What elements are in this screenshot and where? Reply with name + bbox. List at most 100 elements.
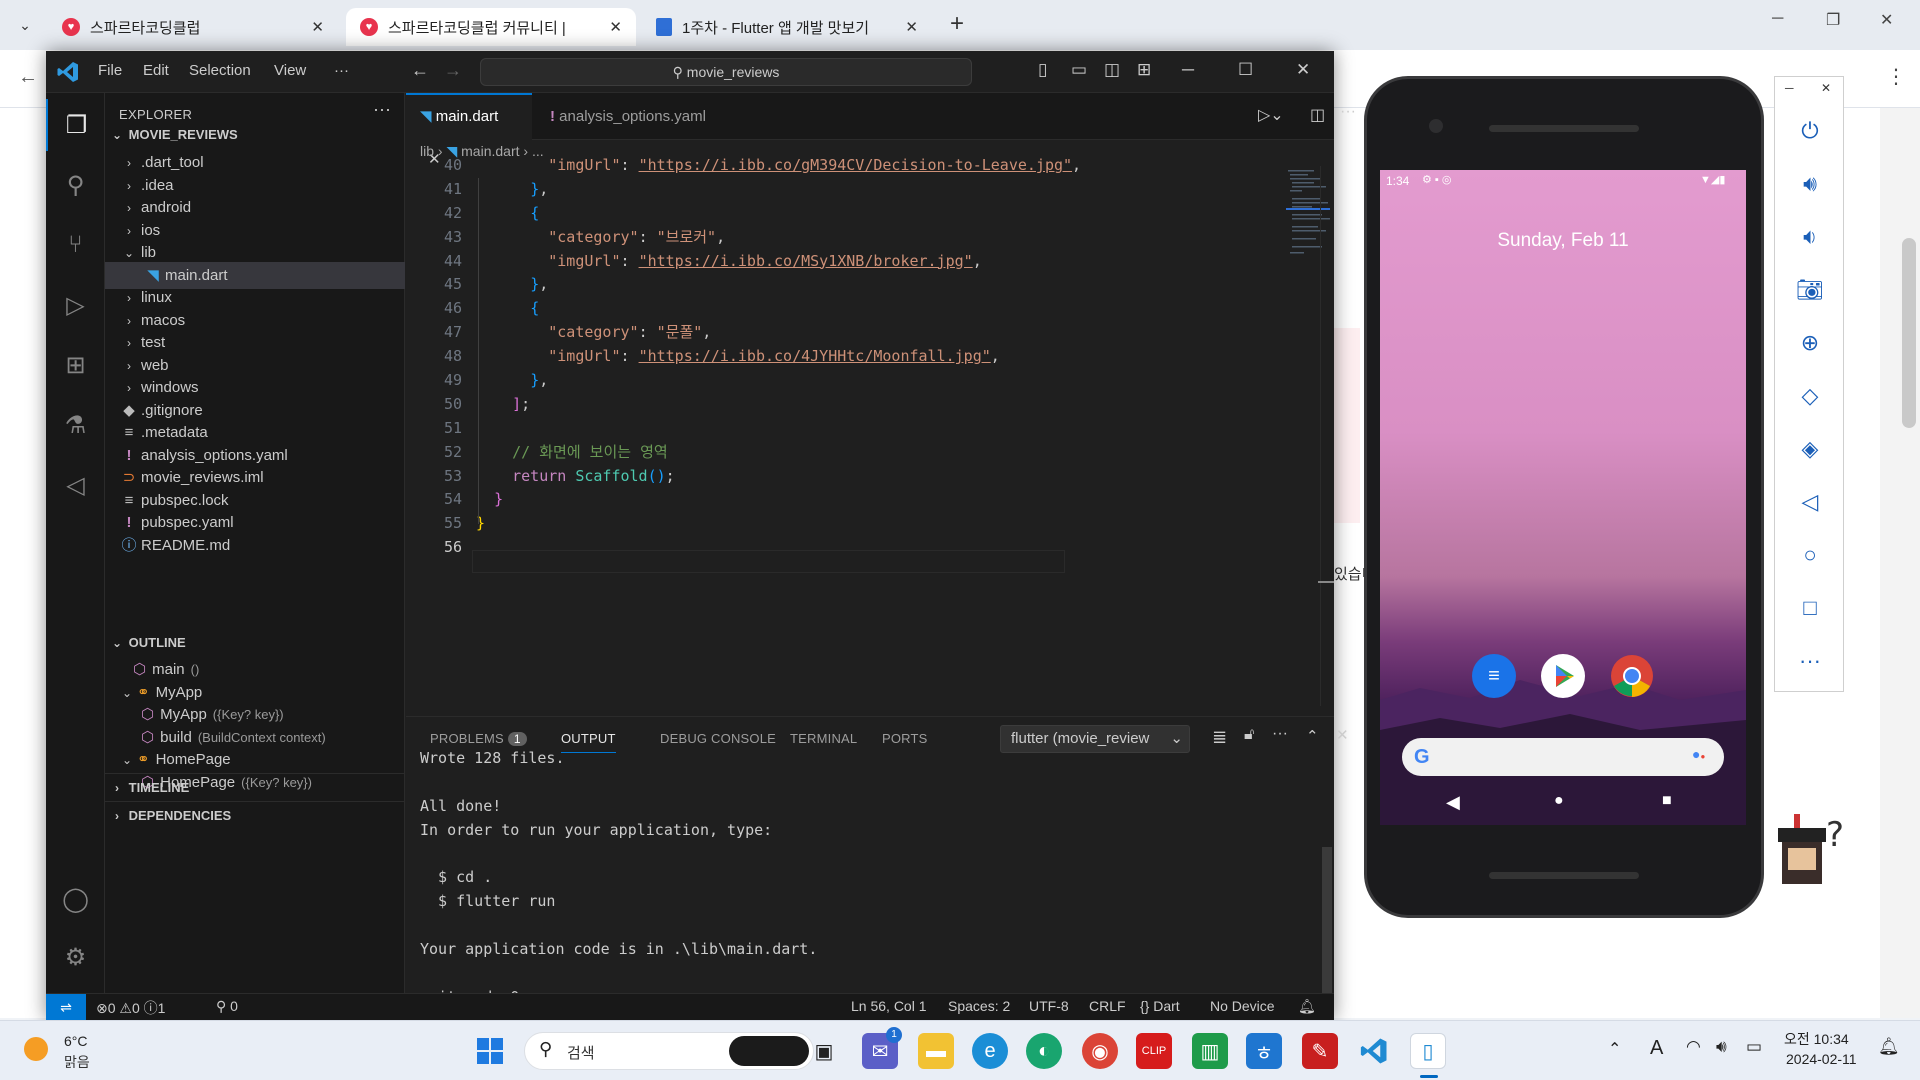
toggle-panel-icon[interactable]: ▭ xyxy=(1071,60,1087,80)
run-debug-icon[interactable]: ▷⌄ xyxy=(1258,105,1284,125)
assistant-icon[interactable]: ●● xyxy=(1692,746,1705,762)
close-icon[interactable]: ✕ xyxy=(1821,81,1831,95)
nav-recents-icon[interactable]: ■ xyxy=(1662,792,1672,810)
code-line[interactable]: 47 "category": "문폴", xyxy=(406,321,1334,345)
close-panel-icon[interactable]: ✕ xyxy=(1336,726,1349,744)
code-line[interactable]: 52 // 화면에 보이는 영역 xyxy=(406,441,1334,465)
maximize-panel-icon[interactable]: ⌃ xyxy=(1306,727,1319,745)
forward-arrow-icon[interactable]: → xyxy=(444,60,462,81)
line-ending[interactable]: CRLF xyxy=(1089,998,1126,1014)
file-explorer-icon[interactable]: ▬ xyxy=(918,1033,954,1069)
power-icon[interactable]: ⏻ xyxy=(1775,105,1845,157)
project-section-header[interactable]: ⌄ MOVIE_REVIEWS xyxy=(105,121,405,149)
browser-tab-3[interactable]: 1주차 - Flutter 앱 개발 맛보기 ✕ xyxy=(642,8,932,46)
edge-icon[interactable]: e xyxy=(972,1033,1008,1069)
code-line[interactable]: 42 { xyxy=(406,202,1334,226)
more-icon[interactable]: ⋮ xyxy=(1886,64,1906,89)
testing-icon[interactable]: ⚗ xyxy=(46,399,105,451)
code-line[interactable]: 41 }, xyxy=(406,178,1334,202)
scroll-thumb[interactable] xyxy=(1902,238,1916,428)
chrome-icon[interactable] xyxy=(1610,654,1654,698)
cursor-position[interactable]: Ln 56, Col 1 xyxy=(851,998,927,1014)
close-icon[interactable]: ✕ xyxy=(1880,10,1893,30)
ports-status[interactable]: ⚲ 0 xyxy=(216,998,238,1015)
menu-view[interactable]: View xyxy=(274,62,306,79)
overview-icon[interactable]: □ xyxy=(1775,582,1845,634)
camera-icon[interactable]: 📷︎ xyxy=(1775,264,1845,316)
tab-list-button[interactable]: ⌄ xyxy=(12,12,38,38)
tab-main-dart[interactable]: ◥ main.dart ✕ xyxy=(406,93,532,168)
code-editor[interactable]: 40 "imgUrl": "https://i.ibb.co/gM394CV/D… xyxy=(406,154,1334,694)
taskbar-search[interactable]: ⚲ 검색 xyxy=(524,1032,814,1070)
messages-app-icon[interactable]: ≡ xyxy=(1472,654,1516,698)
maximize-icon[interactable]: ❐ xyxy=(1826,10,1840,30)
clip-studio-icon[interactable]: CLIP xyxy=(1136,1033,1172,1069)
chevron-up-icon[interactable]: ⌃ xyxy=(1608,1039,1621,1059)
account-icon[interactable]: ◯ xyxy=(46,873,105,925)
menu-selection[interactable]: Selection xyxy=(189,62,251,79)
toggle-secondary-sidebar-icon[interactable]: ◫ xyxy=(1104,60,1120,80)
code-line[interactable]: 44 "imgUrl": "https://i.ibb.co/MSy1XNB/b… xyxy=(406,250,1334,274)
search-icon[interactable]: ⚲ xyxy=(46,159,105,211)
more-actions-icon[interactable]: ··· xyxy=(1272,725,1288,743)
browser-tab-2[interactable]: ♥ 스파르타코딩클럽 커뮤니티 | ✕ xyxy=(346,8,636,46)
browser-tab-1[interactable]: ♥ 스파르타코딩클럽 ✕ xyxy=(48,8,338,46)
ime-indicator[interactable]: A xyxy=(1650,1037,1663,1060)
close-icon[interactable]: ✕ xyxy=(905,18,918,36)
volume-down-icon[interactable]: 🔉︎ xyxy=(1775,211,1845,263)
dependencies-section-header[interactable]: › DEPENDENCIES xyxy=(105,801,405,829)
maximize-icon[interactable]: ☐ xyxy=(1238,60,1253,80)
code-line[interactable]: 50 ]; xyxy=(406,393,1334,417)
close-icon[interactable]: ✕ xyxy=(311,18,324,36)
code-line[interactable]: 54 } xyxy=(406,488,1334,512)
toggle-sidebar-icon[interactable]: ▯ xyxy=(1038,60,1047,80)
run-debug-icon[interactable]: ▷ xyxy=(46,279,105,331)
customize-layout-icon[interactable]: ⊞ xyxy=(1137,60,1151,80)
chrome-icon[interactable]: ◉ xyxy=(1082,1033,1118,1069)
timeline-section-header[interactable]: › TIMELINE xyxy=(105,773,405,801)
volume-icon[interactable]: 🔊︎ xyxy=(1716,1037,1727,1057)
notification-bell-icon[interactable]: 🔔︎ xyxy=(1298,998,1316,1015)
code-line[interactable]: 40 "imgUrl": "https://i.ibb.co/gM394CV/D… xyxy=(406,154,1334,178)
rotate-left-icon[interactable]: ◇ xyxy=(1775,370,1845,422)
minimize-icon[interactable]: ─ xyxy=(1772,10,1783,28)
zoom-icon[interactable]: ⊕ xyxy=(1775,317,1845,369)
play-store-icon[interactable] xyxy=(1541,654,1585,698)
split-editor-icon[interactable]: ◫ xyxy=(1310,105,1325,125)
start-icon[interactable] xyxy=(472,1033,508,1069)
wifi-icon[interactable]: ◠ xyxy=(1686,1037,1701,1057)
task-view-icon[interactable]: ▣ xyxy=(806,1033,842,1069)
extensions-icon[interactable]: ⊞ xyxy=(46,339,105,391)
volume-up-icon[interactable]: 🔊︎ xyxy=(1775,158,1845,210)
indentation[interactable]: Spaces: 2 xyxy=(948,998,1010,1014)
problems-status[interactable]: ⊗0 ⚠0 ⓘ1 xyxy=(96,998,165,1018)
flutter-icon[interactable]: ◁ xyxy=(46,459,105,511)
tree-item[interactable]: ⓘ README.md xyxy=(105,532,405,560)
close-icon[interactable]: ✕ xyxy=(1296,60,1310,80)
language-mode[interactable]: {} Dart xyxy=(1140,998,1180,1014)
outline-section-header[interactable]: ⌄ OUTLINE xyxy=(105,629,405,657)
encoding[interactable]: UTF-8 xyxy=(1029,998,1069,1014)
remote-indicator-icon[interactable]: ⇌ xyxy=(46,994,86,1021)
google-search-bar[interactable]: G ●● xyxy=(1402,738,1724,776)
back-icon[interactable]: ◁ xyxy=(1775,476,1845,528)
device-selector[interactable]: No Device xyxy=(1210,998,1275,1014)
minimize-icon[interactable]: ─ xyxy=(1785,81,1794,95)
vscode-taskbar-icon[interactable] xyxy=(1356,1033,1392,1069)
notification-bell-icon[interactable]: 🔔︎ xyxy=(1878,1037,1900,1057)
menu-more[interactable]: ··· xyxy=(334,62,349,79)
chat-icon[interactable]: ✉ 1 xyxy=(862,1027,902,1069)
back-icon[interactable]: ← xyxy=(18,66,38,89)
spreadsheet-icon[interactable]: ▥ xyxy=(1192,1033,1228,1069)
weather-widget[interactable]: 6°C 맑음 xyxy=(24,1031,104,1071)
tab-problems[interactable]: PROBLEMS 1 xyxy=(430,731,527,746)
editor-scrollbar[interactable] xyxy=(1320,166,1334,706)
back-arrow-icon[interactable]: ← xyxy=(411,60,429,81)
gear-icon[interactable]: ⚙ xyxy=(46,931,105,983)
command-center[interactable]: ⚲ movie_reviews xyxy=(480,58,972,86)
android-emulator-icon[interactable]: ▯ xyxy=(1410,1033,1446,1069)
code-line[interactable]: 51 xyxy=(406,417,1334,441)
rotate-right-icon[interactable]: ◈ xyxy=(1775,423,1845,475)
tab-debug-console[interactable]: DEBUG CONSOLE xyxy=(660,731,776,746)
list-filter-icon[interactable]: ≣ xyxy=(1212,727,1227,748)
